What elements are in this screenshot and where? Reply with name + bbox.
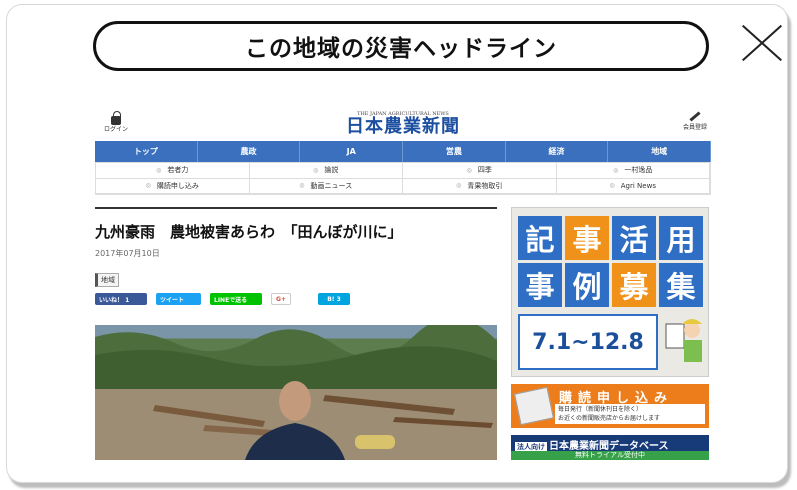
recruit-char: 事 — [565, 216, 609, 260]
farmer-illustration — [665, 319, 702, 362]
database-heading: 法人向け 日本農業新聞データベース — [515, 437, 669, 452]
subnav-item[interactable]: 一村逸品 — [556, 163, 710, 179]
recruit-char: 活 — [612, 216, 656, 260]
recruit-char: 募 — [612, 263, 656, 307]
subscribe-banner[interactable]: 購読申し込み 毎日発行（新聞休刊日を除く） お近くの新聞販売店からお届けします — [511, 384, 709, 428]
subnav-item[interactable]: 論説 — [249, 163, 403, 179]
article-photo — [95, 325, 497, 460]
hatena-bookmark-button[interactable]: B! 3 — [318, 293, 350, 305]
tweet-button[interactable]: ツイート — [156, 293, 201, 305]
newspaper-icon — [514, 386, 554, 426]
site-logo[interactable]: THE JAPAN AGRICULTURAL NEWS 日本農業新聞 — [343, 111, 463, 137]
article-screenshot: ログイン THE JAPAN AGRICULTURAL NEWS 日本農業新聞 … — [93, 105, 713, 460]
category-tag[interactable]: 地域 — [95, 273, 119, 287]
flood-scene-image — [95, 325, 497, 460]
lock-icon — [111, 111, 121, 125]
nav-item-economy[interactable]: 経済 — [506, 141, 609, 162]
logo-title: 日本農業新聞 — [346, 116, 460, 137]
sub-nav: 若者力 論説 四季 一村逸品 購読申し込み 動画ニュース 青果物取引 Agri … — [95, 162, 711, 195]
subnav-item[interactable]: 購読申し込み — [96, 178, 250, 194]
member-register-link[interactable]: 会員登録 — [681, 111, 709, 131]
recruit-char: 用 — [659, 216, 703, 260]
modal-panel: この地域の災害ヘッドライン ログイン THE JAPAN AGRICULTURA… — [6, 4, 788, 483]
nav-item-region[interactable]: 地域 — [608, 141, 712, 162]
article-date: 2017年07月10日 — [95, 249, 160, 258]
close-icon[interactable] — [740, 23, 784, 63]
subnav-item[interactable]: Agri News — [556, 178, 710, 194]
nav-item-ja[interactable]: JA — [300, 141, 404, 162]
subscribe-line: 毎日発行（新聞休刊日を除く） — [558, 406, 643, 413]
recruit-banner[interactable]: 記 事 活 用 事 例 募 集 7.1~12.8 — [511, 207, 709, 377]
pen-icon — [689, 111, 701, 122]
database-trial-text: 無料トライアル受付中 — [511, 451, 709, 460]
subscribe-line: お近くの新聞販売店からお届けします — [558, 415, 661, 422]
login-link[interactable]: ログイン — [101, 111, 131, 133]
subnav-item[interactable]: 若者力 — [96, 163, 250, 179]
recruit-char: 集 — [659, 263, 703, 307]
article-title: 九州豪雨 農地被害あらわ 「田んぼが川に」 — [95, 223, 403, 241]
modal-title: この地域の災害ヘッドライン — [93, 21, 709, 71]
database-banner[interactable]: 法人向け 日本農業新聞データベース 無料トライアル受付中 — [511, 435, 709, 460]
nav-item-farming[interactable]: 営農 — [403, 141, 506, 162]
divider — [95, 207, 497, 209]
subnav-item[interactable]: 青果物取引 — [403, 178, 557, 194]
subscribe-info: 毎日発行（新聞休刊日を除く） お近くの新聞販売店からお届けします — [555, 404, 705, 424]
recruit-char: 事 — [518, 263, 562, 307]
recruit-char: 記 — [518, 216, 562, 260]
article-header: 九州豪雨 農地被害あらわ 「田んぼが川に」 2017年07月10日 地域 — [95, 207, 497, 287]
main-nav: トップ 農政 JA 営農 経済 地域 — [95, 141, 712, 162]
recruit-heading: 記 事 活 用 事 例 募 集 — [518, 216, 703, 307]
recruit-dates: 7.1~12.8 — [518, 314, 658, 370]
subnav-item[interactable]: 四季 — [403, 163, 557, 179]
nav-item-top[interactable]: トップ — [95, 141, 198, 162]
facebook-like-button[interactable]: いいね！ 1 — [95, 293, 147, 305]
recruit-char: 例 — [565, 263, 609, 307]
subnav-item[interactable]: 動画ニュース — [249, 178, 403, 194]
login-label: ログイン — [103, 126, 128, 133]
member-label: 会員登録 — [682, 124, 707, 131]
nav-item-policy[interactable]: 農政 — [198, 141, 301, 162]
google-plus-button[interactable]: G+ — [271, 293, 291, 305]
line-share-button[interactable]: LINEで送る — [210, 293, 262, 305]
share-buttons: いいね！ 1 ツイート LINEで送る G+ B! 3 — [95, 293, 350, 305]
